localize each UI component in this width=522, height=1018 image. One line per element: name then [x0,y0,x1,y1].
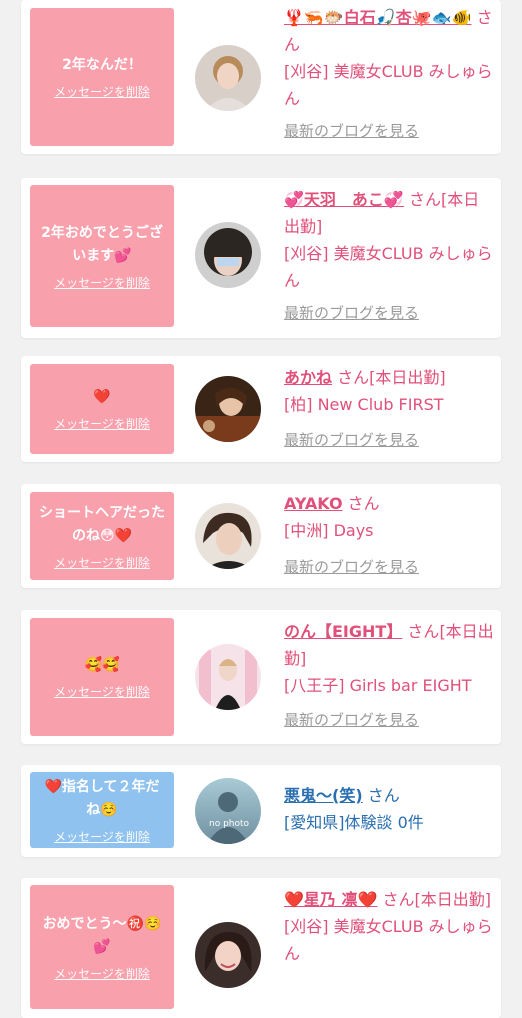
profile-info: AYAKO さん [中洲] Days [284,490,494,544]
message-bubble: ❤️指名して２年だね☺️ メッセージを削除 [30,772,174,848]
message-text: 2年なんだ！ [62,57,142,73]
honorific: さん [347,494,380,513]
message-text: ❤️ [93,389,111,405]
profile-info: 悪鬼〜(笑) さん [愛知県]体験談 0件 [284,782,494,836]
profile-info: ❤️星乃 凛❤️ さん[本日出勤] [刈谷] 美魔女CLUB みしゅらん [284,886,494,967]
delete-message-link[interactable]: メッセージを削除 [54,828,150,845]
cast-name-link[interactable]: 🦞🦐🐡白石🎣杏🐙🐟🐠 [284,8,471,27]
delete-message-link[interactable]: メッセージを削除 [54,554,150,571]
message-bubble: 2年おめでとうございます💕 メッセージを削除 [30,185,174,327]
profile-info: あかね さん[本日出勤] [柏] New Club FIRST [284,364,494,418]
shop-name: [柏] New Club FIRST [284,395,444,414]
cast-name-link[interactable]: あかね [284,368,332,387]
message-bubble: ❤️ メッセージを削除 [30,364,174,454]
profile-info: 💞天羽 あこ💞 さん[本日出勤] [刈谷] 美魔女CLUB みしゅらん [284,186,494,294]
honorific: さん [408,190,441,209]
avatar-image [195,376,261,442]
delete-message-link[interactable]: メッセージを削除 [54,965,150,982]
honorific: さん [382,890,415,909]
delete-message-link[interactable]: メッセージを削除 [54,683,150,700]
cast-name-link[interactable]: AYAKO [284,494,343,513]
message-card: ❤️ メッセージを削除 あかね さん[本日出勤] [柏] New Club FI… [21,356,501,462]
avatar[interactable] [195,376,261,442]
delete-message-link[interactable]: メッセージを削除 [54,415,150,432]
shop-name: [刈谷] 美魔女CLUB みしゅらん [284,917,493,963]
message-card: 2年なんだ！ メッセージを削除 🦞🦐🐡白石🎣杏🐙🐟🐠 さん [刈谷] 美魔女CL… [21,0,501,154]
honorific: さん [367,786,400,805]
shop-name: [刈谷] 美魔女CLUB みしゅらん [284,244,493,290]
message-text: 🥰🥰 [84,657,120,673]
message-card: ショートヘアだったのね😳❤️ メッセージを削除 AYAKO さん [中洲] Da… [21,484,501,588]
shop-name: [中洲] Days [284,521,374,540]
message-bubble: ショートヘアだったのね😳❤️ メッセージを削除 [30,492,174,580]
message-card: 2年おめでとうございます💕 メッセージを削除 💞天羽 あこ💞 さん[本日出勤] … [21,178,501,338]
cast-name-link[interactable]: ❤️星乃 凛❤️ [284,890,377,909]
avatar-image [195,503,261,569]
latest-blog-link[interactable]: 最新のブログを見る [284,709,419,730]
profile-info: のん【EIGHT】 さん[本日出勤] [八王子] Girls bar EIGHT [284,618,494,699]
message-card: 🥰🥰 メッセージを削除 のん【EIGHT】 さん[本日出勤] [八王子] Gir… [21,610,501,744]
delete-message-link[interactable]: メッセージを削除 [54,83,150,100]
avatar[interactable]: no photo [195,778,261,844]
profile-info: 🦞🦐🐡白石🎣杏🐙🐟🐠 さん [刈谷] 美魔女CLUB みしゅらん [284,4,494,112]
latest-blog-link[interactable]: 最新のブログを見る [284,302,419,323]
message-bubble: 2年なんだ！ メッセージを削除 [30,8,174,146]
no-photo-label: no photo [209,819,250,829]
no-photo-placeholder: no photo [195,778,261,844]
shop-name: [八王子] Girls bar EIGHT [284,676,472,695]
message-card: おめでとう〜㊗️☺️💕 メッセージを削除 ❤️星乃 凛❤️ さん[本日出勤] [… [21,878,501,1018]
message-bubble: おめでとう〜㊗️☺️💕 メッセージを削除 [30,885,174,1009]
message-text: 2年おめでとうございます💕 [41,224,163,264]
avatar[interactable] [195,922,261,988]
message-bubble: 🥰🥰 メッセージを削除 [30,618,174,736]
avatar-image [195,45,261,111]
attendance-status: [本日出勤] [369,368,446,387]
avatar-image [195,644,261,710]
avatar[interactable] [195,503,261,569]
latest-blog-link[interactable]: 最新のブログを見る [284,556,419,577]
message-text: ❤️指名して２年だね☺️ [44,778,160,818]
delete-message-link[interactable]: メッセージを削除 [54,274,150,291]
review-count: [愛知県]体験談 0件 [284,813,424,832]
avatar[interactable] [195,644,261,710]
user-name-link[interactable]: 悪鬼〜(笑) [284,786,363,805]
message-card: ❤️指名して２年だね☺️ メッセージを削除 no photo 悪鬼〜(笑) さん [21,765,501,857]
latest-blog-link[interactable]: 最新のブログを見る [284,120,419,141]
message-text: ショートヘアだったのね😳❤️ [39,504,165,544]
cast-name-link[interactable]: 💞天羽 あこ💞 [284,190,404,209]
avatar-image [195,922,261,988]
shop-name: [刈谷] 美魔女CLUB みしゅらん [284,62,493,108]
avatar[interactable] [195,45,261,111]
honorific: さん [337,368,370,387]
message-text: おめでとう〜㊗️☺️💕 [42,915,162,955]
avatar-image [195,222,261,288]
honorific: さん [407,622,440,641]
cast-name-link[interactable]: のん【EIGHT】 [284,622,402,641]
avatar[interactable] [195,222,261,288]
latest-blog-link[interactable]: 最新のブログを見る [284,429,419,450]
attendance-status: [本日出勤] [414,890,492,909]
